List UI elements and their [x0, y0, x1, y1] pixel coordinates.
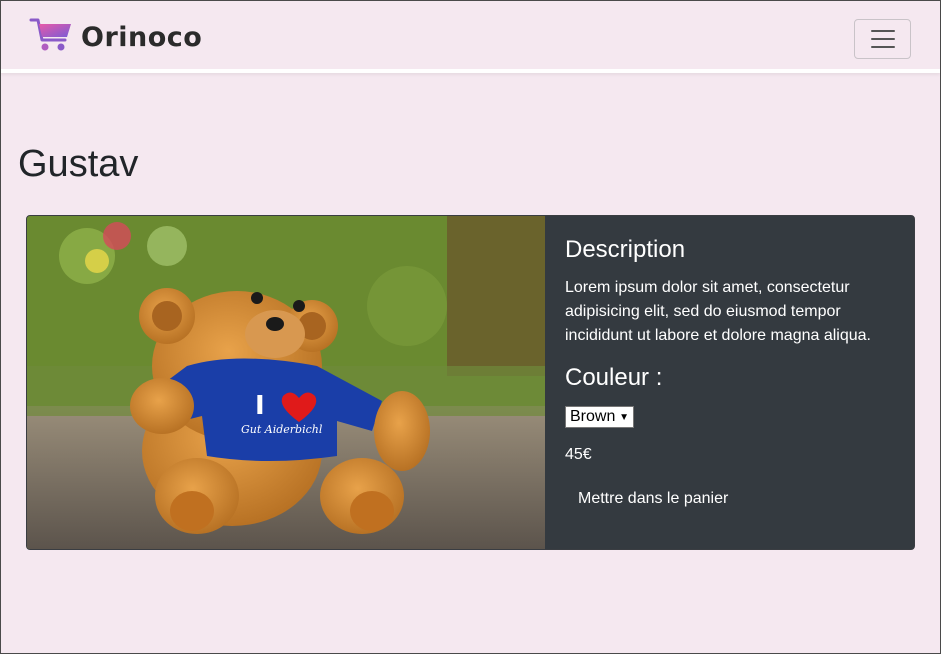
navbar-toggler-button[interactable] [854, 19, 911, 59]
shopping-cart-icon [29, 16, 73, 59]
brand-name: Orinoco [81, 21, 203, 53]
product-name-title: Gustav [18, 143, 139, 185]
product-image: I Gut Aiderbichl [27, 216, 545, 549]
hamburger-icon [870, 30, 895, 32]
product-card: I Gut Aiderbichl Description Lorem ipsum… [26, 215, 915, 550]
navbar: Orinoco [1, 1, 940, 73]
description-title: Description [565, 236, 686, 263]
chevron-down-icon: ▼ [619, 411, 629, 423]
shirt-slogan: Gut Aiderbichl [241, 423, 323, 436]
color-select[interactable]: Brown ▼ [565, 406, 634, 428]
shirt-text: I [255, 391, 265, 421]
product-description: Lorem ipsum dolor sit amet, consectetur … [565, 279, 871, 344]
add-to-cart-button[interactable]: Mettre dans le panier [565, 484, 741, 514]
product-details: Description Lorem ipsum dolor sit amet, … [545, 216, 914, 549]
hamburger-icon-bar [870, 46, 895, 48]
selected-color: Brown [570, 408, 616, 425]
brand-link[interactable]: Orinoco [29, 17, 202, 57]
hamburger-icon-bar [870, 38, 895, 40]
product-price: 45€ [565, 446, 592, 463]
color-label: Couleur : [565, 364, 663, 391]
